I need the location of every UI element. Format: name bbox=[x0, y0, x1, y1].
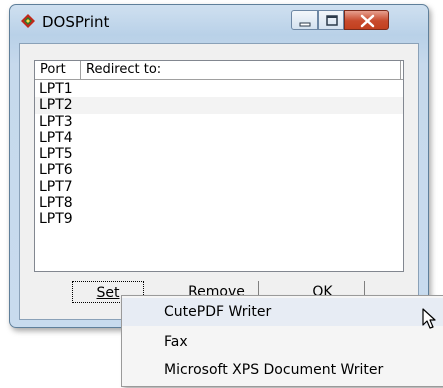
list-item[interactable]: LPT8 bbox=[35, 195, 403, 211]
minimize-button[interactable] bbox=[291, 10, 318, 30]
menu-item-xps-writer[interactable]: Microsoft XPS Document Writer bbox=[122, 356, 443, 384]
list-item[interactable]: LPT3 bbox=[35, 114, 403, 130]
list-item[interactable]: LPT5 bbox=[35, 146, 403, 162]
list-item[interactable]: LPT2 bbox=[35, 97, 403, 114]
minimize-icon bbox=[299, 22, 311, 27]
menu-item-cutepdf-writer[interactable]: CutePDF Writer bbox=[122, 298, 443, 326]
close-button[interactable] bbox=[344, 10, 389, 30]
maximize-button[interactable] bbox=[318, 10, 344, 30]
menu-item-fax[interactable]: Fax bbox=[122, 328, 443, 356]
port-list[interactable]: Port Redirect to: LPT1 LPT2 LPT3 LPT4 LP… bbox=[34, 60, 404, 272]
diamond-app-icon bbox=[21, 14, 35, 28]
close-icon bbox=[360, 14, 375, 28]
maximize-icon bbox=[326, 15, 338, 26]
set-button-label: Set bbox=[96, 285, 120, 301]
list-item[interactable]: LPT7 bbox=[35, 179, 403, 195]
list-item[interactable]: LPT1 bbox=[35, 81, 403, 97]
window-title: DOSPrint bbox=[42, 13, 110, 31]
list-item[interactable]: LPT6 bbox=[35, 162, 403, 178]
dosprint-window: DOSPrint Port Redirect to: LPT1 LPT2 LPT… bbox=[9, 4, 429, 328]
title-bar[interactable]: DOSPrint bbox=[10, 5, 428, 35]
printer-context-menu: CutePDF Writer Fax Microsoft XPS Documen… bbox=[121, 295, 443, 387]
column-header-redirect[interactable]: Redirect to: bbox=[81, 61, 401, 79]
mouse-pointer-icon bbox=[422, 308, 436, 329]
client-area: Port Redirect to: LPT1 LPT2 LPT3 LPT4 LP… bbox=[19, 43, 419, 320]
list-item[interactable]: LPT4 bbox=[35, 130, 403, 146]
list-item[interactable]: LPT9 bbox=[35, 211, 403, 227]
port-rows: LPT1 LPT2 LPT3 LPT4 LPT5 LPT6 LPT7 LPT8 … bbox=[35, 81, 403, 228]
column-header-port[interactable]: Port bbox=[35, 61, 81, 79]
list-header: Port Redirect to: bbox=[35, 61, 403, 80]
